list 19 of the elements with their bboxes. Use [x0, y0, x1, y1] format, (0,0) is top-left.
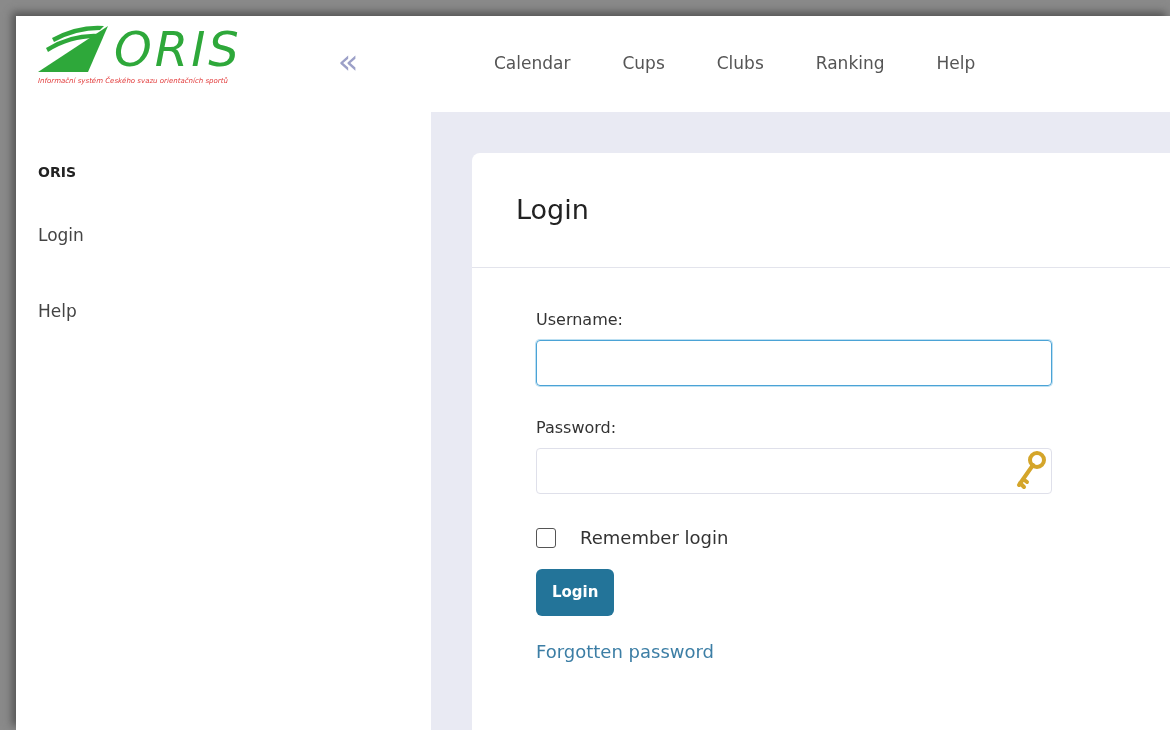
- sidebar-heading: ORIS: [37, 163, 77, 182]
- logo-text: ORIS: [114, 25, 242, 73]
- login-button[interactable]: Login: [536, 569, 615, 616]
- sidebar-item[interactable]: Help: [16, 298, 431, 324]
- card-title: Login: [516, 192, 589, 227]
- logo-icon: [38, 24, 110, 74]
- password-field[interactable]: [536, 448, 1052, 494]
- field-label: Password:: [536, 417, 618, 439]
- field-label: Username:: [536, 309, 624, 331]
- sidebar-item[interactable]: Login: [16, 223, 431, 249]
- nav-link[interactable]: Ranking: [815, 51, 885, 77]
- checkbox[interactable]: [536, 527, 556, 548]
- checkbox-label: Remember login: [580, 526, 729, 550]
- forgot-password-link[interactable]: Forgotten password: [536, 637, 715, 665]
- nav-link[interactable]: Cups: [622, 51, 665, 77]
- nav-link[interactable]: Help: [936, 51, 976, 77]
- nav-link[interactable]: Clubs: [716, 51, 764, 77]
- username-field[interactable]: [536, 340, 1052, 386]
- nav-link[interactable]: Calendar: [494, 51, 571, 77]
